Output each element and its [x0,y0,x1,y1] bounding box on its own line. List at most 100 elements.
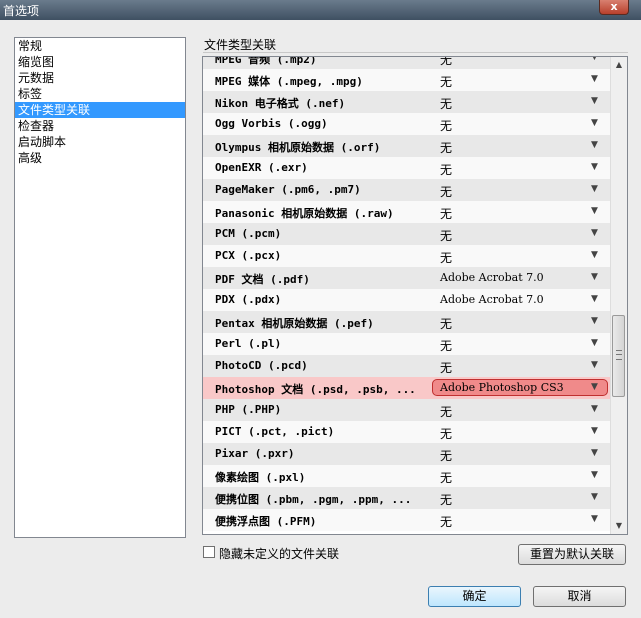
app-select[interactable]: 无 [440,227,452,244]
dropdown-arrow-icon[interactable]: ▼ [591,140,598,150]
nav-item[interactable]: 启动脚本 [15,134,185,150]
app-select[interactable]: Adobe Photoshop CS3 [440,381,564,394]
app-select[interactable]: 无 [440,425,452,442]
file-type-label: PhotoCD (.pcd) [215,359,308,372]
dropdown-arrow-icon[interactable]: ▼ [591,118,598,128]
dropdown-arrow-icon[interactable]: ▼ [591,294,598,304]
association-row[interactable]: Nikon 电子格式 (.nef) 无 ▼ [203,91,611,113]
association-row[interactable]: Pixar (.pxr) 无 ▼ [203,443,611,465]
association-row[interactable]: PDX (.pdx) Adobe Acrobat 7.0 ▼ [203,289,611,311]
app-select[interactable]: 无 [440,117,452,134]
file-type-label: PageMaker (.pm6, .pm7) [215,183,361,196]
association-row[interactable]: Photoshop 文档 (.psd, .psb, ... Adobe Photo… [203,377,611,399]
association-row[interactable]: OpenEXR (.exr) 无 ▼ [203,157,611,179]
dropdown-arrow-icon[interactable]: ▼ [591,206,598,216]
scroll-up-icon[interactable]: ▲ [611,57,627,73]
association-row[interactable]: PCX (.pcx) 无 ▼ [203,245,611,267]
app-select[interactable]: 无 [440,447,452,464]
association-row[interactable]: PDF 文档 (.pdf) Adobe Acrobat 7.0 ▼ [203,267,611,289]
app-select[interactable]: 无 [440,491,452,508]
file-type-label: Nikon 电子格式 (.nef) [215,97,346,110]
association-row[interactable]: PICT (.pct, .pict) 无 ▼ [203,421,611,443]
cancel-button[interactable]: 取消 [533,586,626,607]
file-type-label: Pentax 相机原始数据 (.pef) [215,317,374,330]
dropdown-arrow-icon[interactable]: ▼ [591,448,598,458]
dropdown-arrow-icon[interactable]: ▼ [591,514,598,524]
app-select[interactable]: Adobe Acrobat 7.0 [440,271,544,284]
file-type-label: Perl (.pl) [215,337,282,350]
association-row[interactable]: 便携位图 (.pbm, .pgm, .ppm, ... 无 ▼ [203,487,611,509]
association-row[interactable]: 像素绘图 (.pxl) 无 ▼ [203,465,611,487]
app-select[interactable]: 无 [440,57,452,68]
dropdown-arrow-icon[interactable]: ▼ [591,96,598,106]
dropdown-arrow-icon[interactable]: ▼ [591,184,598,194]
app-select[interactable]: 无 [440,183,452,200]
scroll-down-icon[interactable]: ▼ [611,518,627,534]
app-select[interactable]: 无 [440,513,452,530]
association-row[interactable]: Olympus 相机原始数据 (.orf) 无 ▼ [203,135,611,157]
dropdown-arrow-icon[interactable]: ▼ [591,404,598,414]
file-type-label: 便携位图 (.pbm, .pgm, .ppm, ... [215,493,412,506]
association-row[interactable]: PHP (.PHP) 无 ▼ [203,399,611,421]
app-select[interactable]: 无 [440,139,452,156]
nav-item[interactable]: 元数据 [15,70,185,86]
nav-item[interactable]: 标签 [15,86,185,102]
dropdown-arrow-icon[interactable]: ▼ [591,162,598,172]
category-list[interactable]: 常规 缩览图 元数据 标签 文件类型关联 检查器 启动脚本 高级 [14,37,186,538]
nav-item[interactable]: 检查器 [15,118,185,134]
file-type-label: PHP (.PHP) [215,403,282,416]
app-select[interactable]: Adobe Acrobat 7.0 [440,293,544,306]
dropdown-arrow-icon[interactable]: ▼ [591,316,598,326]
app-select[interactable]: 无 [440,469,452,486]
app-select[interactable]: 无 [440,403,452,420]
close-button[interactable]: x [599,0,629,15]
app-select[interactable]: 无 [440,359,452,376]
scroll-thumb[interactable] [612,315,625,397]
association-row[interactable]: Ogg Vorbis (.ogg) 无 ▼ [203,113,611,135]
association-row[interactable]: 便携浮点图 (.PFM) 无 ▼ [203,509,611,531]
dropdown-arrow-icon[interactable]: ▼ [591,228,598,238]
file-type-label: MPEG 媒体 (.mpeg, .mpg) [215,75,363,88]
association-row[interactable]: MPEG 媒体 (.mpeg, .mpg) 无 ▼ [203,69,611,91]
vertical-scrollbar[interactable]: ▲ ▼ [610,57,627,534]
app-select[interactable]: 无 [440,161,452,178]
app-select[interactable]: 无 [440,249,452,266]
association-row[interactable]: Panasonic 相机原始数据 (.raw) 无 ▼ [203,201,611,223]
association-row[interactable]: Perl (.pl) 无 ▼ [203,333,611,355]
file-type-label: Pixar (.pxr) [215,447,295,460]
file-type-label: Photoshop 文档 (.psd, .psb, ... [215,383,416,396]
file-type-label: Panasonic 相机原始数据 (.raw) [215,207,394,220]
dropdown-arrow-icon[interactable]: ▼ [591,338,598,348]
nav-item[interactable]: 缩览图 [15,54,185,70]
app-select[interactable]: 无 [440,205,452,222]
nav-item[interactable]: 常规 [15,38,185,54]
dropdown-arrow-icon[interactable]: ▼ [591,382,598,392]
dropdown-arrow-icon[interactable]: ▼ [591,360,598,370]
app-select[interactable]: 无 [440,315,452,332]
hide-undefined-checkbox[interactable] [203,546,215,558]
file-type-label: PICT (.pct, .pict) [215,425,335,438]
reset-defaults-button[interactable]: 重置为默认关联 [518,544,626,565]
association-row[interactable]: Pentax 相机原始数据 (.pef) 无 ▼ [203,311,611,333]
nav-item[interactable]: 文件类型关联 [15,102,185,118]
section-title: 文件类型关联 [204,38,277,52]
association-row[interactable]: PhotoCD (.pcd) 无 ▼ [203,355,611,377]
association-rows: MPEG 音频 (.mp2) 无 ▼ MPEG 媒体 (.mpeg, .mpg) 无 ▼ N… [203,57,611,531]
ok-button[interactable]: 确定 [428,586,521,607]
app-select[interactable]: 无 [440,73,452,90]
file-type-label: 像素绘图 (.pxl) [215,471,306,484]
dropdown-arrow-icon[interactable]: ▼ [591,74,598,84]
nav-item[interactable]: 高级 [15,150,185,166]
file-association-list[interactable]: MPEG 音频 (.mp2) 无 ▼ MPEG 媒体 (.mpeg, .mpg) 无 ▼ N… [202,56,628,535]
dropdown-arrow-icon[interactable]: ▼ [591,250,598,260]
app-select[interactable]: 无 [440,95,452,112]
association-row[interactable]: PageMaker (.pm6, .pm7) 无 ▼ [203,179,611,201]
dropdown-arrow-icon[interactable]: ▼ [591,470,598,480]
dropdown-arrow-icon[interactable]: ▼ [591,492,598,502]
app-select[interactable]: 无 [440,337,452,354]
association-row[interactable]: MPEG 音频 (.mp2) 无 ▼ [203,57,611,69]
dropdown-arrow-icon[interactable]: ▼ [591,272,598,282]
dropdown-arrow-icon[interactable]: ▼ [591,426,598,436]
dropdown-arrow-icon[interactable]: ▼ [591,57,598,62]
association-row[interactable]: PCM (.pcm) 无 ▼ [203,223,611,245]
